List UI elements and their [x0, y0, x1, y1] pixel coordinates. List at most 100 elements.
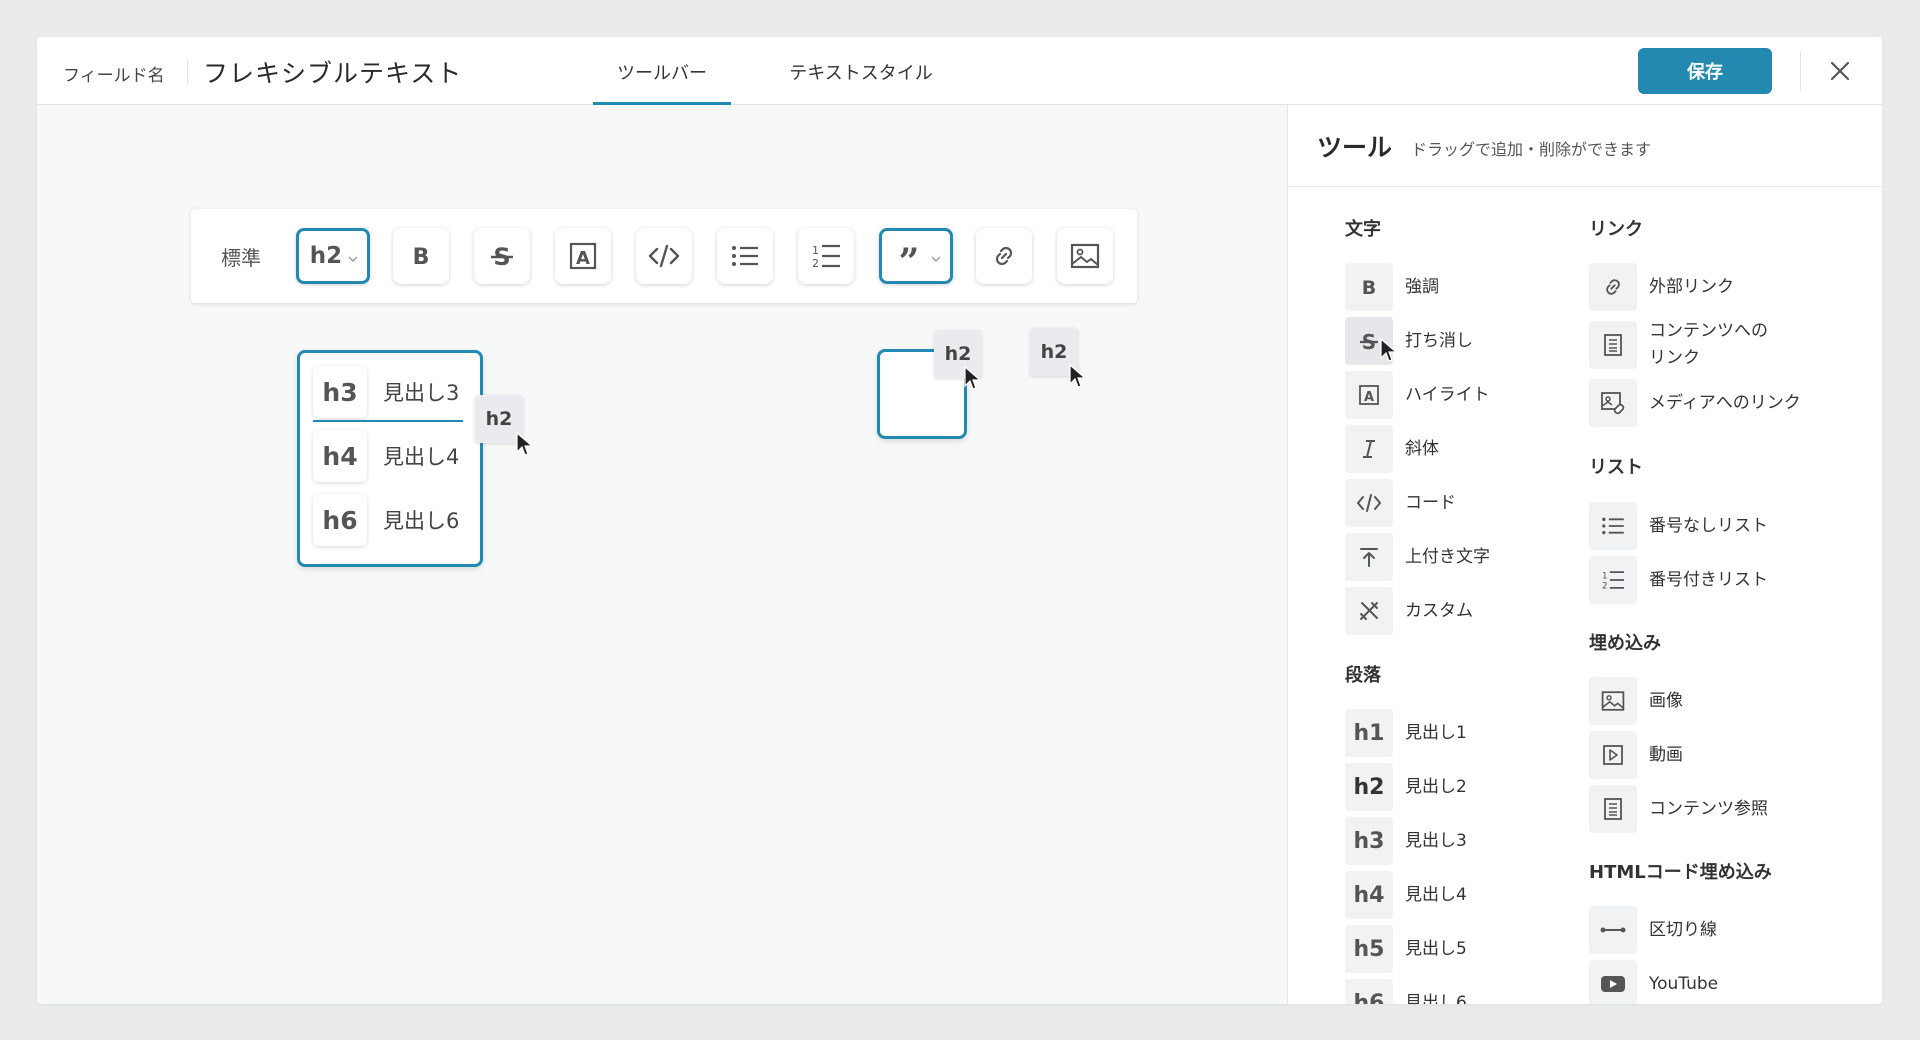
section-title-paragraph: 段落: [1345, 665, 1381, 686]
svg-text:B: B: [413, 245, 430, 268]
tool-image[interactable]: 画像: [1589, 676, 1683, 726]
tool-heading-2[interactable]: h2 見出し2: [1345, 762, 1467, 812]
code-icon: [648, 244, 680, 268]
dropdown-item-label: 見出し4: [383, 445, 460, 469]
section-title-text: 文字: [1345, 219, 1381, 240]
tool-label: 上付き文字: [1405, 546, 1490, 567]
svg-text:A: A: [576, 248, 590, 269]
tool-label-line: コンテンツへの: [1649, 321, 1768, 341]
field-title: フレキシブルテキスト: [203, 59, 463, 88]
paragraph-style-label: 標準: [221, 246, 261, 270]
tool-heading-5[interactable]: h5 見出し5: [1345, 924, 1467, 974]
tools-panel: ツール ドラッグで追加・削除ができます 文字 B 強調 S 打ち消し A ハイラ…: [1287, 105, 1882, 1004]
tool-label: カスタム: [1405, 600, 1473, 621]
tab-toolbar[interactable]: ツールバー: [593, 59, 731, 106]
heading-select-button[interactable]: h2: [296, 228, 370, 284]
heading-badge: h5: [1353, 936, 1385, 962]
heading-select-value: h2: [309, 243, 343, 269]
highlight-button[interactable]: A: [555, 228, 611, 284]
close-button[interactable]: [1823, 54, 1857, 88]
highlight-icon: A: [569, 242, 597, 270]
bullet-list-button[interactable]: [717, 228, 773, 284]
code-icon: [1357, 494, 1381, 512]
image-icon: [1601, 691, 1625, 711]
tool-label: 画像: [1649, 690, 1683, 711]
media-link-icon: [1601, 392, 1625, 415]
header-divider: [1800, 51, 1801, 91]
drop-indicator: [313, 420, 463, 422]
tool-content-link[interactable]: コンテンツへの リンク: [1589, 316, 1768, 374]
cursor-icon: [1069, 364, 1087, 388]
tool-italic[interactable]: 斜体: [1345, 424, 1439, 474]
tool-heading-4[interactable]: h4 見出し4: [1345, 870, 1467, 920]
image-button[interactable]: [1057, 228, 1113, 284]
tool-bold[interactable]: B 強調: [1345, 262, 1439, 312]
tool-label: コード: [1405, 492, 1456, 513]
tool-label: 区切り線: [1649, 919, 1717, 940]
tool-numbered-list[interactable]: 12 番号付きリスト: [1589, 555, 1768, 605]
heading-badge: h3: [313, 366, 367, 418]
heading-badge: h4: [313, 430, 367, 482]
bold-icon: B: [413, 245, 430, 268]
dropdown-item-h3[interactable]: h3 見出し3: [313, 366, 473, 418]
heading-badge: h2: [1353, 774, 1385, 800]
dropdown-item-h4[interactable]: h4 見出し4: [313, 430, 473, 482]
cursor-icon: [516, 432, 534, 456]
dropdown-item-label: 見出し3: [383, 381, 460, 405]
tool-label-line: リンク: [1649, 348, 1700, 368]
tool-media-link[interactable]: メディアへのリンク: [1589, 378, 1801, 428]
heading-dropdown: h3 見出し3 h4 見出し4 h6 見出し6: [297, 350, 483, 567]
heading-badge: h6: [313, 494, 367, 546]
tool-heading-1[interactable]: h1 見出し1: [1345, 708, 1467, 758]
svg-text:A: A: [1364, 390, 1374, 405]
modal-header: フィールド名 フレキシブルテキスト ツールバー テキストスタイル 保存: [37, 37, 1882, 106]
tab-text-style[interactable]: テキストスタイル: [765, 59, 957, 105]
header-divider: [187, 59, 188, 85]
cursor-icon: [964, 366, 982, 390]
section-title-embed: 埋め込み: [1589, 633, 1661, 654]
tool-heading-3[interactable]: h3 見出し3: [1345, 816, 1467, 866]
image-icon: [1070, 243, 1100, 269]
bold-button[interactable]: B: [393, 228, 449, 284]
tool-label: ハイライト: [1405, 384, 1490, 405]
tool-code[interactable]: コード: [1345, 478, 1456, 528]
svg-text:1: 1: [1602, 571, 1608, 581]
bullet-list-icon: [1602, 517, 1624, 535]
tool-heading-6[interactable]: h6 見出し6: [1345, 978, 1467, 1004]
tool-label: 見出し6: [1405, 992, 1467, 1005]
tool-video[interactable]: 動画: [1589, 730, 1683, 780]
dropdown-item-h6[interactable]: h6 見出し6: [313, 494, 473, 546]
tool-custom[interactable]: カスタム: [1345, 586, 1473, 636]
tool-label: 斜体: [1405, 438, 1439, 459]
close-icon: [1830, 61, 1850, 81]
tool-label: 番号なしリスト: [1649, 515, 1768, 536]
dropdown-item-label: 見出し6: [383, 509, 460, 533]
tool-divider[interactable]: 区切り線: [1589, 905, 1717, 955]
video-icon: [1603, 745, 1623, 765]
toolbar-canvas: 標準 h2 B S A 12 ” h3 見出し3 h4 見出し4 h6 見出し6…: [37, 105, 1287, 1004]
tool-youtube[interactable]: YouTube: [1589, 959, 1718, 1004]
code-button[interactable]: [636, 228, 692, 284]
tool-label: 番号付きリスト: [1649, 569, 1768, 590]
tool-strikethrough[interactable]: S 打ち消し: [1345, 316, 1473, 366]
tool-label: 打ち消し: [1405, 330, 1473, 351]
quote-select-button[interactable]: ”: [879, 228, 953, 284]
tool-content-reference[interactable]: コンテンツ参照: [1589, 784, 1768, 834]
tool-superscript[interactable]: 上付き文字: [1345, 532, 1490, 582]
save-button[interactable]: 保存: [1638, 48, 1772, 94]
tool-external-link[interactable]: 外部リンク: [1589, 262, 1734, 312]
svg-text:”: ”: [899, 244, 920, 268]
link-button[interactable]: [976, 228, 1032, 284]
tool-label: 見出し1: [1405, 722, 1467, 743]
tool-label: 強調: [1405, 276, 1439, 297]
tools-panel-subtitle: ドラッグで追加・削除ができます: [1411, 140, 1652, 159]
tool-bullet-list[interactable]: 番号なしリスト: [1589, 501, 1768, 551]
strikethrough-button[interactable]: S: [474, 228, 530, 284]
heading-badge: h3: [1353, 828, 1385, 854]
numbered-list-button[interactable]: 12: [798, 228, 854, 284]
svg-text:B: B: [1362, 277, 1376, 298]
strikethrough-icon: S: [1360, 330, 1378, 353]
document-icon: [1604, 334, 1622, 356]
numbered-list-icon: 12: [1602, 571, 1624, 591]
tool-highlight[interactable]: A ハイライト: [1345, 370, 1490, 420]
